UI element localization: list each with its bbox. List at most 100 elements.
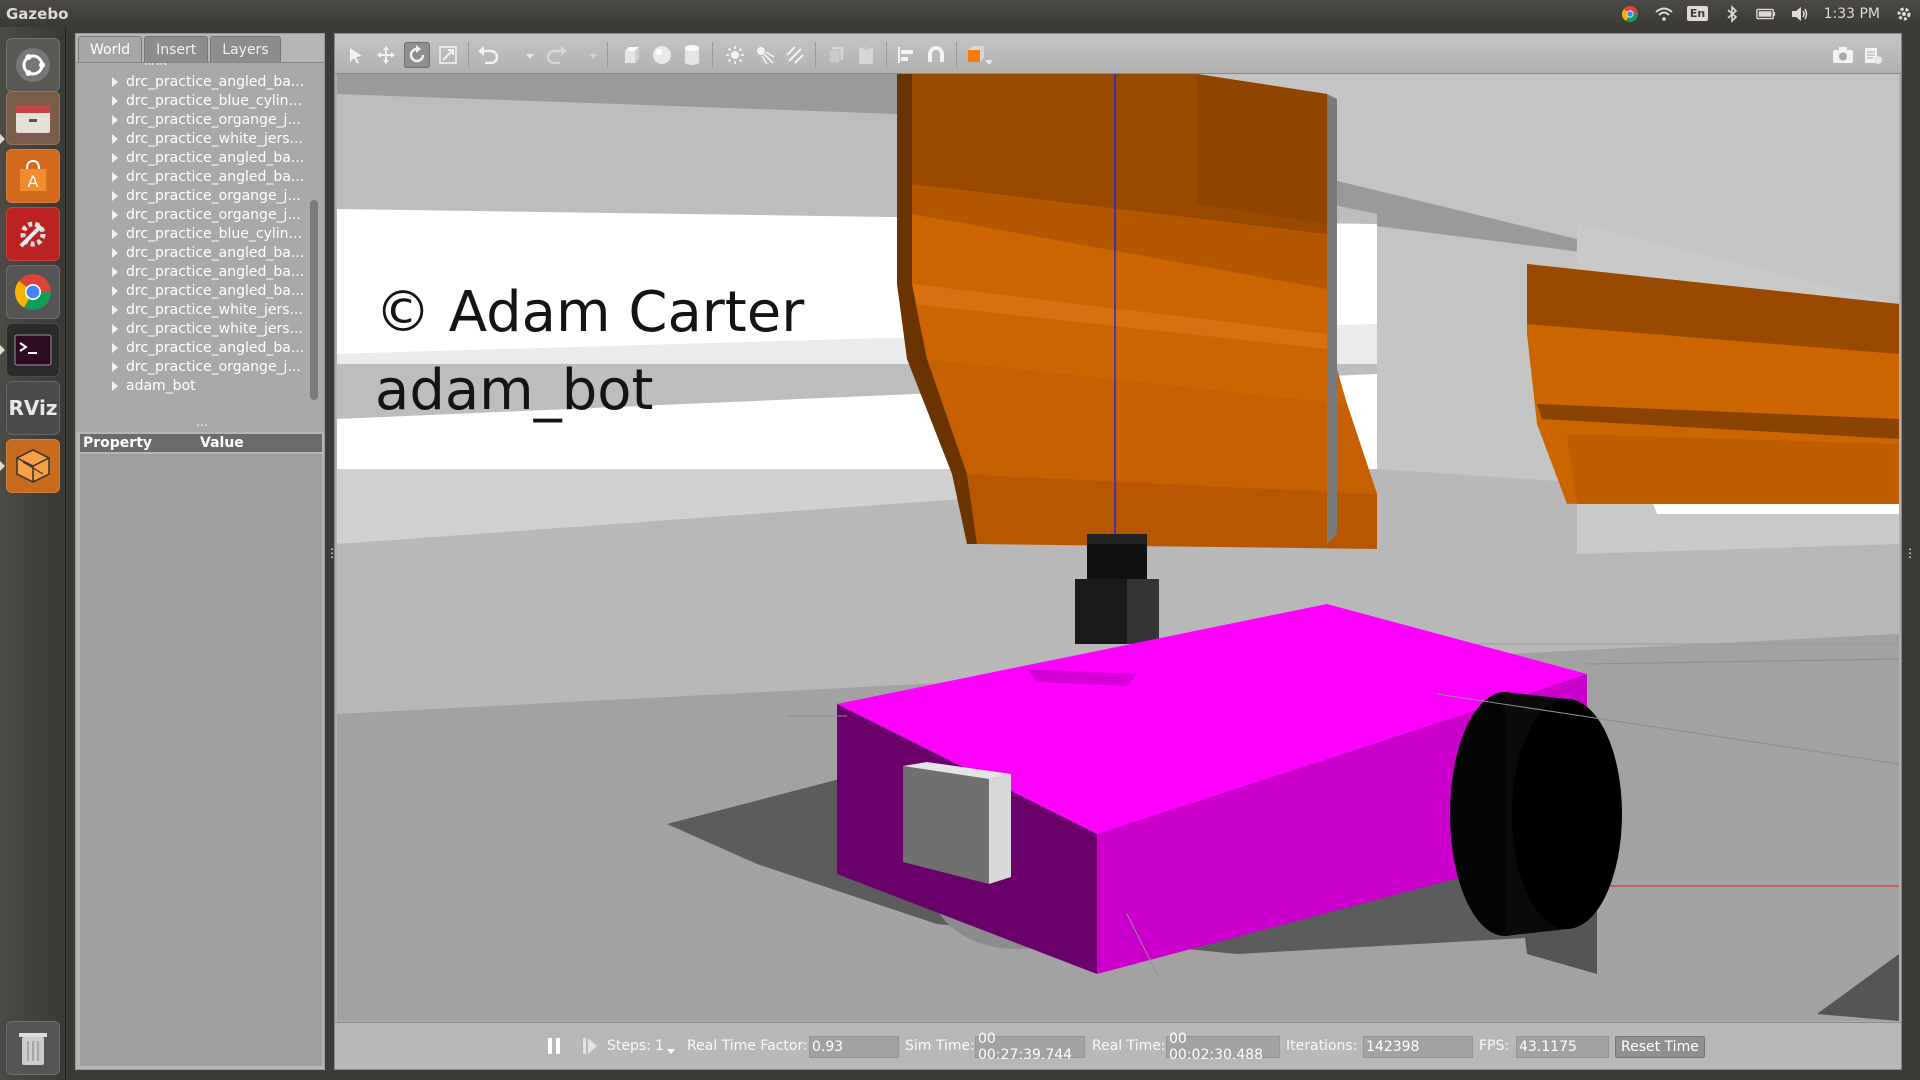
expand-arrow-icon[interactable] bbox=[112, 285, 118, 296]
iterations-label: Iterations: bbox=[1286, 1038, 1358, 1054]
undo-icon[interactable] bbox=[475, 42, 501, 68]
select-mode-icon[interactable] bbox=[343, 42, 369, 68]
tree-splitter-handle[interactable]: ⋯ bbox=[196, 418, 208, 432]
tree-item[interactable]: drc_practice_organge_j... bbox=[76, 186, 306, 205]
terminal-icon[interactable] bbox=[6, 323, 60, 377]
clock[interactable]: 1:33 PM bbox=[1824, 6, 1880, 22]
snap-magnet-icon[interactable] bbox=[923, 42, 949, 68]
tree-item-label: drc_practice_organge_j... bbox=[126, 187, 301, 204]
redo-icon[interactable] bbox=[544, 42, 570, 68]
expand-arrow-icon[interactable] bbox=[112, 76, 118, 87]
tree-item[interactable]: drc_practice_white_jers... bbox=[76, 129, 306, 148]
tab-world[interactable]: World bbox=[78, 36, 143, 62]
launcher-active-arrow bbox=[0, 134, 5, 144]
expand-arrow-icon[interactable] bbox=[112, 209, 118, 220]
tree-item[interactable]: drc_practice_white_jers... bbox=[76, 319, 306, 338]
left-panel-tabs: World Insert Layers bbox=[76, 34, 324, 62]
tab-insert[interactable]: Insert bbox=[144, 36, 209, 62]
cylinder-shape-icon[interactable] bbox=[679, 42, 705, 68]
settings-gear-icon[interactable] bbox=[1894, 5, 1914, 23]
tree-item[interactable]: drc_practice_angled_ba... bbox=[76, 262, 306, 281]
pause-icon[interactable] bbox=[546, 1037, 562, 1059]
rotate-mode-icon[interactable] bbox=[404, 42, 430, 68]
undo-history-dropdown-icon[interactable] bbox=[526, 54, 534, 59]
tree-item[interactable]: drc_practice_angled_ba... bbox=[76, 148, 306, 167]
tree-item[interactable]: drc_practice_angled_ba... bbox=[76, 338, 306, 357]
tree-item-label: drc_practice_angled_ba... bbox=[126, 168, 305, 185]
battery-icon[interactable] bbox=[1755, 5, 1776, 23]
trash-icon[interactable] bbox=[6, 1021, 60, 1075]
value-column-header: Value bbox=[200, 435, 244, 451]
directional-light-icon[interactable] bbox=[782, 42, 808, 68]
tree-scrollbar[interactable] bbox=[310, 200, 318, 400]
tree-item[interactable]: drc_practice_angled_ba... bbox=[76, 281, 306, 300]
steps-dropdown-icon[interactable] bbox=[667, 1049, 675, 1054]
expand-arrow-icon[interactable] bbox=[112, 95, 118, 106]
spot-light-icon[interactable] bbox=[752, 42, 778, 68]
tree-item[interactable]: drc_practice_blue_cylin... bbox=[76, 224, 306, 243]
tab-layers[interactable]: Layers bbox=[210, 36, 281, 62]
watermark-copyright: © Adam Carter bbox=[375, 280, 805, 345]
tree-item-label: drc_practice_organge_j... bbox=[126, 111, 301, 128]
tree-item[interactable]: adam_bot bbox=[76, 376, 306, 395]
expand-arrow-icon[interactable] bbox=[112, 380, 118, 391]
expand-arrow-icon[interactable] bbox=[112, 190, 118, 201]
sim-time-label: Sim Time: bbox=[905, 1038, 975, 1054]
tree-item[interactable]: drc_practice_angled_ba... bbox=[76, 72, 306, 91]
world-tree[interactable]: link drc_practice_angled_ba... drc_practi… bbox=[76, 62, 324, 432]
align-icon[interactable] bbox=[893, 42, 919, 68]
expand-arrow-icon[interactable] bbox=[112, 304, 118, 315]
tree-item[interactable]: drc_practice_organge_j... bbox=[76, 110, 306, 129]
log-record-icon[interactable] bbox=[1860, 42, 1886, 68]
wifi-icon[interactable] bbox=[1654, 5, 1674, 23]
expand-arrow-icon[interactable] bbox=[112, 133, 118, 144]
system-settings-icon[interactable] bbox=[6, 207, 60, 261]
copy-icon[interactable] bbox=[823, 42, 849, 68]
software-center-icon[interactable]: A bbox=[6, 149, 60, 203]
tree-item[interactable]: drc_practice_organge_j... bbox=[76, 205, 306, 224]
step-icon[interactable] bbox=[582, 1037, 598, 1059]
chrome-launcher-icon[interactable] bbox=[6, 265, 60, 319]
tree-item-label: drc_practice_angled_ba... bbox=[126, 149, 305, 166]
paste-icon[interactable] bbox=[853, 42, 879, 68]
tree-item[interactable]: drc_practice_blue_cylin... bbox=[76, 91, 306, 110]
screenshot-camera-icon[interactable] bbox=[1830, 42, 1856, 68]
steps-value[interactable]: 1 bbox=[655, 1038, 664, 1054]
right-panel-splitter[interactable]: ⋮ bbox=[1904, 546, 1916, 560]
ubuntu-dash-icon[interactable] bbox=[6, 38, 60, 92]
tree-item[interactable]: drc_practice_angled_ba... bbox=[76, 167, 306, 186]
expand-arrow-icon[interactable] bbox=[112, 342, 118, 353]
expand-arrow-icon[interactable] bbox=[112, 114, 118, 125]
keyboard-icon[interactable]: En bbox=[1686, 5, 1709, 23]
sphere-shape-icon[interactable] bbox=[649, 42, 675, 68]
expand-arrow-icon[interactable] bbox=[112, 171, 118, 182]
box-shape-icon[interactable] bbox=[619, 42, 645, 68]
system-tray: En 1:33 PM bbox=[1620, 0, 1914, 27]
expand-arrow-icon[interactable] bbox=[112, 228, 118, 239]
tree-item-label: drc_practice_angled_ba... bbox=[126, 263, 305, 280]
gazebo-icon[interactable] bbox=[6, 439, 60, 493]
volume-icon[interactable] bbox=[1790, 5, 1810, 23]
tree-item[interactable]: drc_practice_organge_j... bbox=[76, 357, 306, 376]
expand-arrow-icon[interactable] bbox=[112, 323, 118, 334]
3d-viewport[interactable]: © Adam Carter adam_bot bbox=[337, 74, 1899, 1021]
files-icon[interactable] bbox=[6, 91, 60, 145]
bluetooth-icon[interactable] bbox=[1722, 4, 1742, 23]
point-light-icon[interactable] bbox=[722, 42, 748, 68]
tree-item-label: drc_practice_angled_ba... bbox=[126, 73, 305, 90]
tree-item[interactable]: drc_practice_white_jers... bbox=[76, 300, 306, 319]
expand-arrow-icon[interactable] bbox=[112, 152, 118, 163]
view-angle-dropdown-icon[interactable] bbox=[985, 60, 993, 65]
expand-arrow-icon[interactable] bbox=[112, 361, 118, 372]
property-table[interactable] bbox=[80, 454, 322, 1066]
tree-item[interactable]: drc_practice_angled_ba... bbox=[76, 243, 306, 262]
scale-mode-icon[interactable] bbox=[435, 42, 461, 68]
translate-mode-icon[interactable] bbox=[373, 42, 399, 68]
expand-arrow-icon[interactable] bbox=[112, 247, 118, 258]
reset-time-button[interactable]: Reset Time bbox=[1615, 1036, 1705, 1058]
expand-arrow-icon[interactable] bbox=[112, 266, 118, 277]
chrome-icon[interactable] bbox=[1620, 5, 1640, 23]
rviz-icon[interactable]: RViz bbox=[6, 381, 60, 435]
tree-item-label: drc_practice_organge_j... bbox=[126, 206, 301, 223]
redo-history-dropdown-icon[interactable] bbox=[589, 54, 597, 59]
